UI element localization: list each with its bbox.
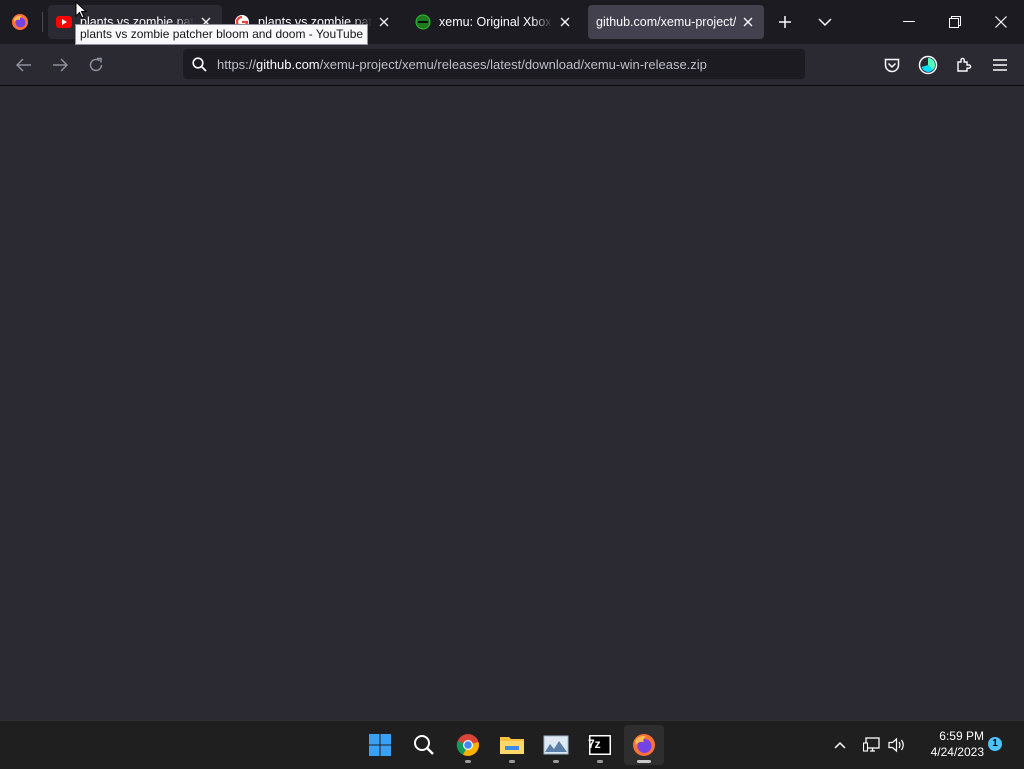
clock-date: 4/24/2023	[930, 745, 984, 759]
search-icon	[191, 56, 207, 72]
notification-badge[interactable]: 1	[988, 737, 1002, 751]
url-path: /xemu-project/xemu/releases/latest/downl…	[319, 56, 707, 72]
tab-github-download[interactable]: github.com/xemu-project/	[588, 5, 764, 39]
page-content	[0, 86, 1024, 720]
running-indicator	[465, 760, 471, 763]
chrome-icon[interactable]	[448, 725, 488, 765]
running-indicator	[509, 760, 515, 763]
running-indicator	[637, 760, 651, 763]
close-window-button[interactable]	[978, 0, 1024, 44]
windows-start-icon[interactable]	[360, 725, 400, 765]
extensions-icon[interactable]	[949, 50, 979, 80]
search-icon[interactable]	[404, 725, 444, 765]
address-bar[interactable]: https://github.com/xemu-project/xemu/rel…	[183, 49, 805, 79]
clock[interactable]: 6:59 PM 4/24/2023	[914, 728, 984, 760]
minimize-button[interactable]	[886, 0, 932, 44]
forward-button[interactable]	[45, 50, 75, 80]
firefox-view-icon[interactable]	[6, 8, 34, 36]
network-icon[interactable]	[860, 733, 884, 757]
7zip-icon[interactable]: 7z	[580, 725, 620, 765]
list-all-tabs-button[interactable]	[811, 8, 839, 36]
chevron-up-icon[interactable]	[828, 733, 852, 757]
close-tab-icon[interactable]	[557, 14, 573, 30]
back-button[interactable]	[9, 50, 39, 80]
firefox-icon[interactable]	[624, 725, 664, 765]
reload-button[interactable]	[81, 50, 111, 80]
mouse-cursor-icon	[75, 0, 88, 24]
url-text[interactable]: https://github.com/xemu-project/xemu/rel…	[217, 57, 707, 72]
navigation-toolbar: https://github.com/xemu-project/xemu/rel…	[0, 44, 1024, 86]
downloads-progress-icon[interactable]	[913, 50, 943, 80]
xemu-icon	[415, 14, 431, 30]
volume-icon[interactable]	[885, 733, 909, 757]
tab-title: github.com/xemu-project/	[596, 15, 736, 29]
url-scheme: https://	[217, 56, 257, 72]
tab-xemu[interactable]: xemu: Original Xbox Emulator	[407, 5, 581, 39]
taskbar: 7z 6:59 PM 4/24/2023	[0, 720, 1024, 769]
url-host: github.com	[256, 56, 320, 72]
restore-button[interactable]	[932, 0, 978, 44]
app-menu-icon[interactable]	[985, 50, 1015, 80]
7zip-label: 7z	[588, 737, 601, 751]
new-tab-button[interactable]	[771, 8, 799, 36]
photos-icon[interactable]	[536, 725, 576, 765]
file-explorer-icon[interactable]	[492, 725, 532, 765]
close-tab-icon[interactable]	[740, 14, 756, 30]
clock-time: 6:59 PM	[939, 729, 984, 743]
tab-tooltip: plants vs zombie patcher bloom and doom …	[75, 24, 369, 45]
close-tab-icon[interactable]	[376, 14, 392, 30]
running-indicator	[597, 760, 603, 763]
tab-title: xemu: Original Xbox Emulator	[439, 15, 553, 29]
youtube-icon	[56, 14, 72, 30]
running-indicator	[553, 760, 559, 763]
pocket-icon[interactable]	[877, 50, 907, 80]
